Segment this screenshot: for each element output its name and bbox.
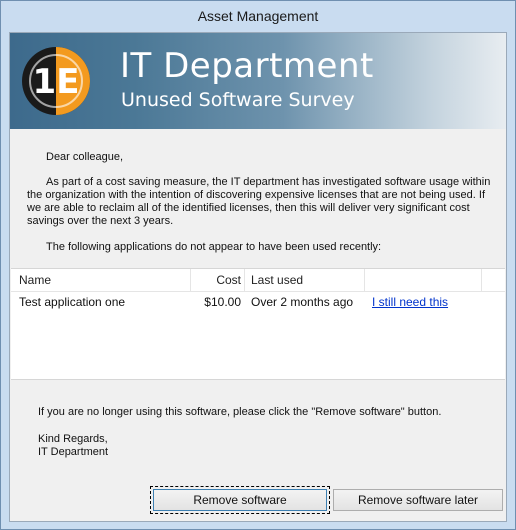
closing-regards: Kind Regards, — [38, 433, 108, 445]
logo-text: 1E — [33, 62, 80, 102]
window-title: Asset Management — [1, 1, 515, 31]
letter-greeting: Dear colleague, — [46, 151, 124, 163]
asset-management-window: Asset Management 1E IT Department Unused… — [0, 0, 516, 530]
list-header: Name Cost Last used — [11, 269, 505, 292]
app-name: Test application one — [19, 295, 126, 309]
app-last-used: Over 2 months ago — [251, 295, 354, 309]
applications-list[interactable]: Name Cost Last used Test application one… — [11, 268, 505, 380]
column-header-last-used[interactable]: Last used — [251, 269, 303, 291]
remove-software-button[interactable]: Remove software — [150, 486, 330, 514]
dialog-client-area: 1E IT Department Unused Software Survey … — [9, 32, 507, 522]
banner-title: IT Department — [120, 46, 374, 86]
banner: 1E IT Department Unused Software Survey — [10, 33, 506, 129]
letter-paragraph-1: As part of a cost saving measure, the IT… — [27, 176, 491, 227]
remove-instruction: If you are no longer using this software… — [38, 406, 442, 418]
letter-paragraph-2: The following applications do not appear… — [46, 241, 382, 253]
app-cost: $10.00 — [204, 295, 241, 309]
remove-software-later-button[interactable]: Remove software later — [333, 489, 503, 511]
still-need-this-link[interactable]: I still need this — [372, 293, 448, 311]
column-header-cost[interactable]: Cost — [191, 269, 241, 291]
closing-signature: IT Department — [38, 446, 109, 458]
1e-logo-icon: 1E — [22, 47, 90, 115]
column-header-name[interactable]: Name — [19, 269, 51, 291]
banner-subtitle: Unused Software Survey — [121, 89, 355, 111]
